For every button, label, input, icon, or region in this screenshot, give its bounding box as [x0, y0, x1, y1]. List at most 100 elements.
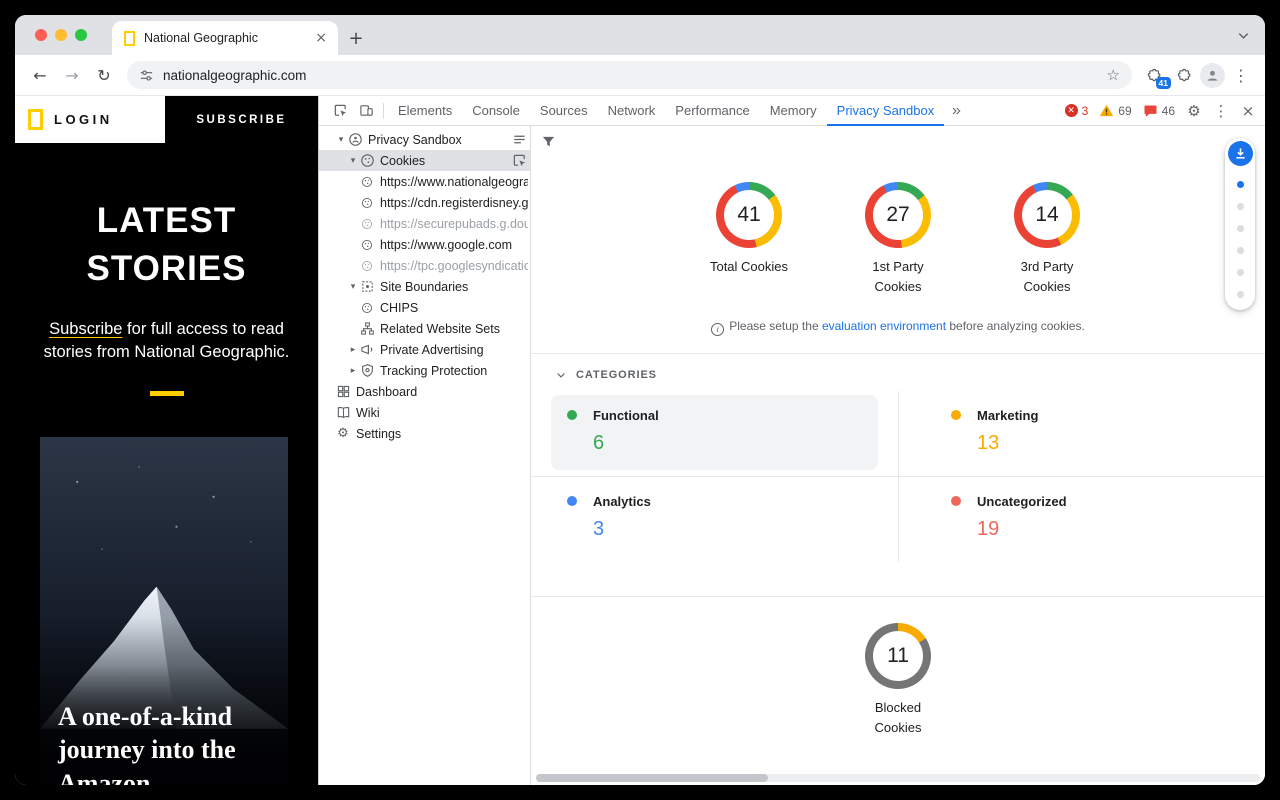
browser-tab[interactable]: National Geographic × — [112, 21, 338, 55]
first-party-cookies-chart: 27 1st Party Cookies — [852, 182, 944, 297]
hero-article-card[interactable]: A one-of-a-kind journey into the Amazon — [40, 437, 288, 785]
cookie-icon — [359, 237, 375, 253]
tree-item-related-website-sets[interactable]: Related Website Sets — [319, 318, 530, 339]
side-rail — [1225, 138, 1255, 310]
shield-icon — [359, 363, 375, 379]
inspect-element-icon[interactable] — [327, 99, 353, 123]
url-text[interactable]: nationalgeographic.com — [163, 68, 1098, 83]
close-window-button[interactable] — [35, 29, 47, 41]
tree-item-wiki[interactable]: Wiki — [319, 402, 530, 423]
tree-item-dashboard[interactable]: Dashboard — [319, 381, 530, 402]
tree-menu-icon[interactable] — [510, 132, 528, 148]
devtools-tab-console[interactable]: Console — [462, 96, 530, 126]
evaluation-environment-link[interactable]: evaluation environment — [822, 319, 946, 333]
download-report-button[interactable] — [1228, 141, 1253, 166]
zoom-window-button[interactable] — [75, 29, 87, 41]
scrollbar-thumb[interactable] — [536, 774, 768, 782]
console-errors-badge[interactable]: ✕ 3 — [1060, 104, 1094, 118]
category-card-functional[interactable]: Functional 6 — [531, 391, 898, 477]
tree-item-origin[interactable]: https://www.nationalgeographic.com — [319, 171, 530, 192]
scroll-dot[interactable] — [1237, 225, 1244, 232]
filter-icon[interactable] — [541, 134, 556, 149]
devtools-tab-privacy-sandbox[interactable]: Privacy Sandbox — [827, 96, 945, 126]
login-button[interactable]: LOGIN — [54, 112, 113, 127]
picker-icon[interactable] — [510, 153, 528, 169]
caret-right-icon[interactable]: ▸ — [347, 345, 359, 355]
new-tab-button[interactable]: + — [342, 24, 370, 52]
devtools-menu-icon[interactable]: ⋮ — [1208, 99, 1234, 123]
categories-header[interactable]: CATEGORIES — [531, 354, 1265, 381]
tree-item-settings[interactable]: ⚙ Settings — [319, 423, 530, 444]
extension-icon[interactable]: 41 — [1140, 61, 1168, 89]
caret-down-icon[interactable]: ▾ — [335, 135, 347, 145]
site-header: LOGIN SUBSCRIBE — [15, 96, 318, 143]
minimize-window-button[interactable] — [55, 29, 67, 41]
tree-item-cookies[interactable]: ▾ Cookies — [319, 150, 530, 171]
tree-item-tracking-protection[interactable]: ▸ Tracking Protection — [319, 360, 530, 381]
device-toolbar-icon[interactable] — [353, 99, 379, 123]
tree-item-origin[interactable]: https://securepubads.g.doubleclick.net — [319, 213, 530, 234]
book-icon — [335, 405, 351, 421]
category-color-dot — [567, 410, 577, 420]
site-info-icon[interactable] — [139, 68, 154, 83]
forward-button[interactable]: → — [57, 60, 87, 90]
tree-item-origin[interactable]: https://tpc.googlesyndication.com — [319, 255, 530, 276]
cookie-donut-charts: 41 Total Cookies 27 1st Party Cookies — [531, 182, 1265, 297]
tab-close-icon[interactable]: × — [312, 30, 330, 46]
scroll-dot[interactable] — [1237, 291, 1244, 298]
devtools-tab-elements[interactable]: Elements — [388, 96, 462, 126]
back-button[interactable]: ← — [25, 60, 55, 90]
tab-list-chevron-icon[interactable] — [1236, 28, 1251, 43]
devtools-settings-icon[interactable]: ⚙ — [1181, 99, 1207, 123]
devtools-tab-sources[interactable]: Sources — [530, 96, 598, 126]
advertising-icon — [359, 342, 375, 358]
category-card-marketing[interactable]: Marketing 13 — [898, 391, 1265, 477]
warning-count: 69 — [1118, 104, 1131, 118]
profile-avatar[interactable] — [1200, 63, 1225, 88]
devtools-tab-performance[interactable]: Performance — [665, 96, 759, 126]
devtools-close-icon[interactable]: × — [1235, 99, 1261, 123]
cookie-icon — [359, 195, 375, 211]
site-boundaries-icon — [359, 279, 375, 295]
tree-item-privacy-sandbox[interactable]: ▾ Privacy Sandbox — [319, 129, 530, 150]
browser-menu-icon[interactable]: ⋮ — [1227, 61, 1255, 89]
headline-line2: STORIES — [15, 245, 318, 293]
more-tabs-icon[interactable] — [944, 105, 968, 117]
scroll-dot[interactable] — [1237, 269, 1244, 276]
console-warnings-badge[interactable]: 69 — [1094, 103, 1136, 118]
chevron-down-icon[interactable] — [555, 369, 567, 381]
warning-icon — [1099, 103, 1114, 118]
cookies-report-panel: 41 Total Cookies 27 1st Party Cookies — [531, 126, 1265, 785]
scroll-dot[interactable] — [1237, 203, 1244, 210]
tree-item-chips[interactable]: CHIPS — [319, 297, 530, 318]
devtools-tab-network[interactable]: Network — [598, 96, 666, 126]
tree-item-origin[interactable]: https://www.google.com — [319, 234, 530, 255]
page-title: LATEST STORIES — [15, 197, 318, 294]
caret-down-icon[interactable]: ▾ — [347, 156, 359, 166]
bookmark-star-icon[interactable]: ☆ — [1107, 66, 1120, 84]
scroll-dot[interactable] — [1237, 181, 1244, 188]
extension-badge: 41 — [1156, 77, 1171, 89]
category-card-analytics[interactable]: Analytics 3 — [531, 477, 898, 562]
hero-caption[interactable]: A one-of-a-kind journey into the Amazon — [58, 700, 278, 785]
address-bar[interactable]: nationalgeographic.com ☆ — [127, 61, 1132, 89]
related-sets-icon — [359, 321, 375, 337]
natgeo-logo[interactable] — [28, 109, 43, 130]
caret-down-icon[interactable]: ▾ — [347, 282, 359, 292]
subscribe-link[interactable]: Subscribe — [49, 320, 122, 338]
subscribe-button[interactable]: SUBSCRIBE — [165, 96, 318, 143]
scroll-dot[interactable] — [1237, 247, 1244, 254]
category-color-dot — [567, 496, 577, 506]
reload-button[interactable]: ↻ — [89, 60, 119, 90]
devtools-panel: Elements Console Sources Network Perform… — [318, 96, 1265, 785]
issues-badge[interactable]: 46 — [1138, 103, 1180, 118]
tree-item-private-advertising[interactable]: ▸ Private Advertising — [319, 339, 530, 360]
caret-right-icon[interactable]: ▸ — [347, 366, 359, 376]
tree-item-site-boundaries[interactable]: ▾ Site Boundaries — [319, 276, 530, 297]
horizontal-scrollbar[interactable] — [536, 774, 1260, 782]
devtools-tab-memory[interactable]: Memory — [760, 96, 827, 126]
extensions-menu-icon[interactable] — [1170, 61, 1198, 89]
tree-item-origin[interactable]: https://cdn.registerdisney.go.com — [319, 192, 530, 213]
category-card-uncategorized[interactable]: Uncategorized 19 — [898, 477, 1265, 562]
window-controls — [35, 29, 87, 41]
